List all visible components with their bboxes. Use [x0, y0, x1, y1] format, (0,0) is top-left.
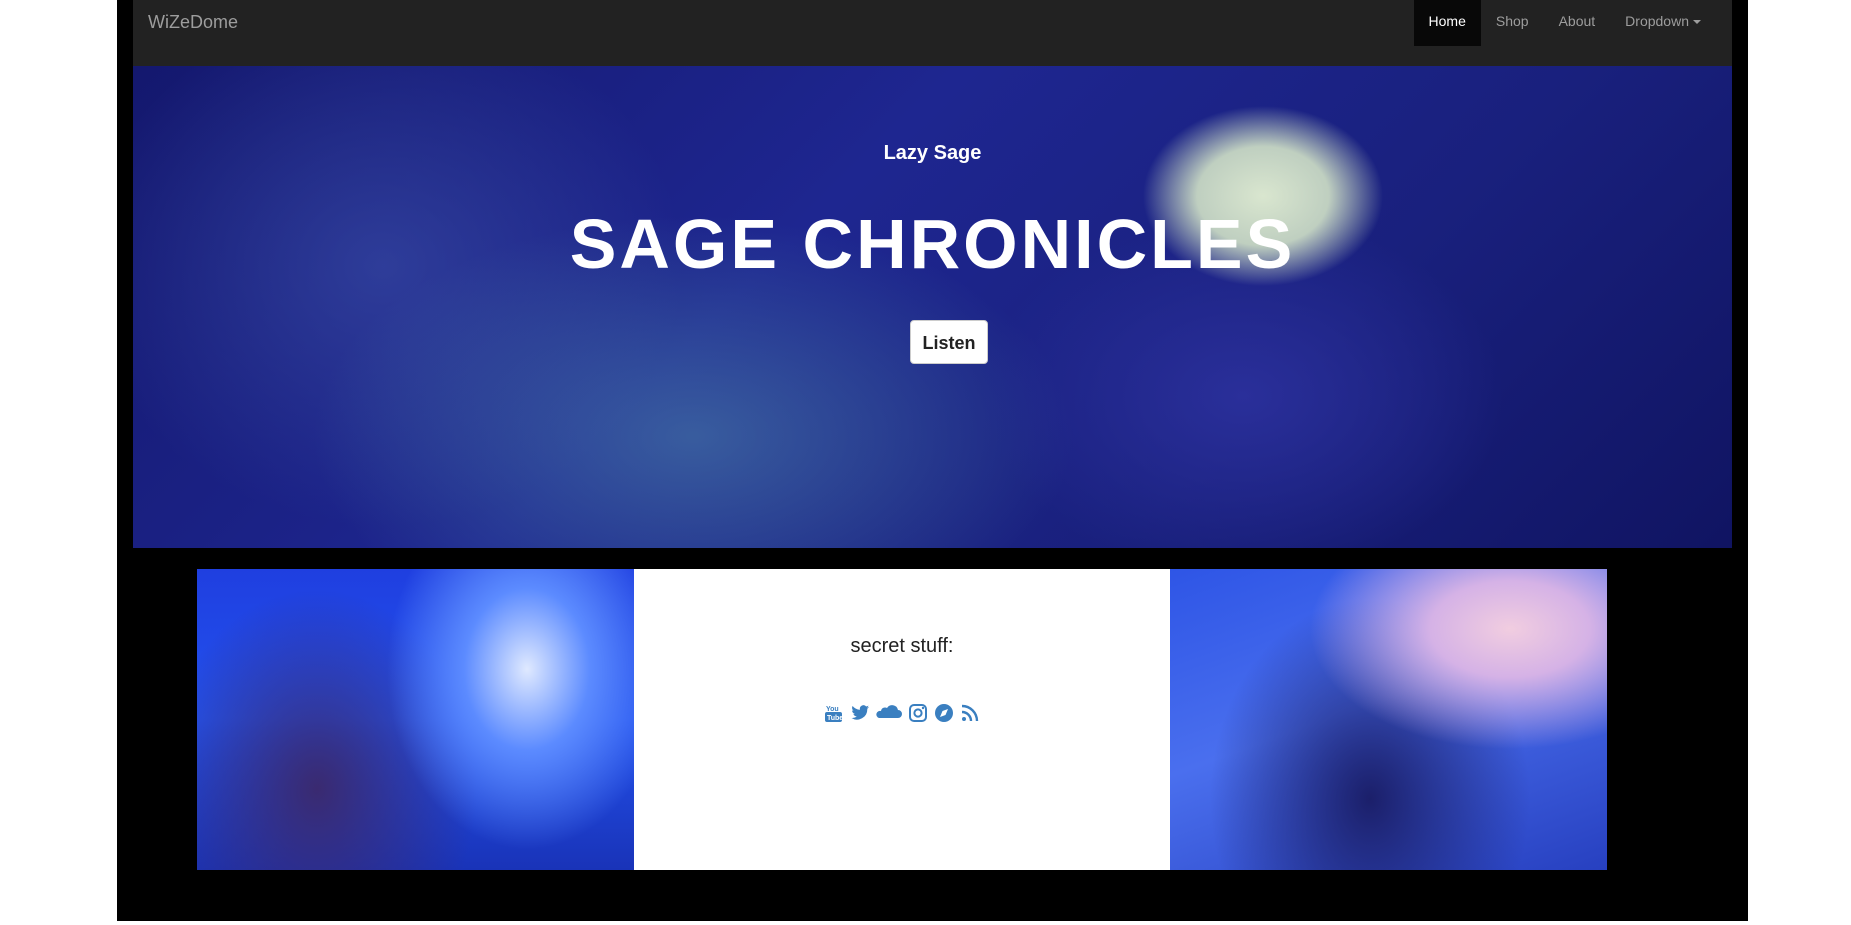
svg-text:You: You	[826, 706, 839, 713]
navbar: WiZeDome Home Shop About Dropdown	[133, 0, 1732, 66]
rss-icon[interactable]	[959, 702, 981, 724]
nav-menu: Home Shop About Dropdown	[1413, 0, 1716, 46]
photo-right	[1170, 569, 1607, 870]
soundcloud-icon[interactable]	[875, 702, 903, 724]
compass-icon[interactable]	[933, 702, 955, 724]
hero-banner: Lazy Sage SAGE CHRONICLES Listen	[133, 66, 1732, 548]
social-icons: You Tube	[634, 702, 1170, 724]
listen-button[interactable]: Listen	[910, 320, 988, 364]
nav-item-shop[interactable]: Shop	[1481, 0, 1544, 46]
nav-item-home[interactable]: Home	[1413, 0, 1481, 46]
nav-item-dropdown[interactable]: Dropdown	[1610, 0, 1716, 46]
secret-panel: secret stuff: You Tube	[634, 569, 1170, 870]
nav-item-about[interactable]: About	[1544, 0, 1611, 46]
caret-down-icon	[1693, 20, 1701, 25]
dropdown-label: Dropdown	[1625, 13, 1689, 29]
svg-text:Tube: Tube	[827, 715, 843, 722]
secret-heading: secret stuff:	[850, 635, 954, 657]
hero-subtitle: Lazy Sage	[883, 142, 982, 164]
hero-title: SAGE CHRONICLES	[569, 205, 1296, 283]
twitter-icon[interactable]	[849, 702, 871, 724]
brand-link[interactable]: WiZeDome	[148, 12, 238, 33]
youtube-icon[interactable]: You Tube	[823, 702, 845, 724]
instagram-icon[interactable]	[907, 702, 929, 724]
photo-left	[197, 569, 634, 870]
